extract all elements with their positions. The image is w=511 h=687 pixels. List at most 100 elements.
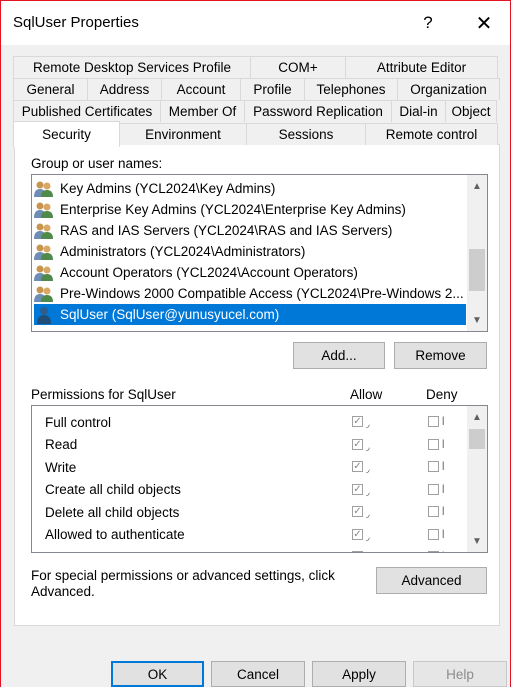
user-list-item[interactable]: RAS and IAS Servers (YCL2024\RAS and IAS… [34,220,466,241]
group-or-user-names-label: Group or user names: [31,156,163,171]
tab-general[interactable]: General [13,78,88,100]
tab-environment[interactable]: Environment [119,123,247,145]
add-button[interactable]: Add... [293,342,385,369]
user-list-item[interactable]: Account Operators (YCL2024\Account Opera… [34,262,466,283]
user-list-item-label: Account Operators (YCL2024\Account Opera… [60,265,358,280]
tab-dial-in[interactable]: Dial-in [391,100,446,122]
tab-remote-desktop-services-profile[interactable]: Remote Desktop Services Profile [13,56,251,78]
scroll-down-arrow-icon[interactable]: ▼ [467,311,487,329]
perm-scroll-thumb[interactable] [469,429,485,449]
inherit-mark-icon: ◞ [366,509,370,519]
tab-row-1: Remote Desktop Services Profile COM+ Att… [13,56,498,78]
group-icon [34,243,54,261]
inherit-mark-icon: | [442,550,444,552]
inherit-mark-icon: ◞ [366,464,370,474]
deny-checkbox[interactable] [428,551,439,552]
deny-checkbox[interactable] [428,528,439,540]
deny-checkbox[interactable] [428,483,439,495]
permission-row: Read [45,434,465,456]
perm-scroll-down-arrow-icon[interactable]: ▼ [467,532,487,550]
properties-dialog: SqlUser Properties ? ✕ Remote Desktop Se… [0,0,511,687]
inherit-mark-icon: | [442,460,445,470]
dialog-footer: OK Cancel Apply Help [1,631,510,687]
user-list-item[interactable]: Key Admins (YCL2024\Key Admins) [34,178,466,199]
user-list-item-label: Enterprise Key Admins (YCL2024\Enterpris… [60,202,406,217]
inherit-mark-icon: ◞ [366,441,370,452]
allow-checkbox[interactable] [352,416,363,427]
tab-account[interactable]: Account [161,78,241,100]
tab-row-2: General Address Account Profile Telephon… [13,78,500,100]
user-list-item-label: SqlUser (SqlUser@yunusyucel.com) [60,307,280,322]
permission-row: Create all child objects [45,479,465,501]
tab-com-plus[interactable]: COM+ [250,56,346,78]
group-icon [34,285,54,303]
inherit-mark-icon: ◞ [366,419,370,429]
apply-button[interactable]: Apply [312,661,406,687]
remove-button[interactable]: Remove [394,342,487,369]
permission-name: Full control [45,414,112,430]
tab-object[interactable]: Object [445,100,497,122]
permission-row: Allowed to authenticate [45,524,465,546]
deny-column-header: Deny [426,387,458,402]
permission-name: Create all child objects [45,482,181,497]
inherit-mark-icon: | [442,437,445,448]
permission-name: Read [45,437,78,452]
deny-checkbox[interactable] [428,438,439,450]
permission-name: Delete all child objects [45,504,180,520]
tab-sessions[interactable]: Sessions [246,123,366,145]
title-bar: SqlUser Properties ? ✕ [1,1,510,45]
help-title-button[interactable]: ? [411,7,445,39]
allow-checkbox[interactable] [352,461,363,472]
help-button[interactable]: Help [413,661,507,687]
tab-password-replication[interactable]: Password Replication [244,100,392,122]
scroll-thumb[interactable] [469,249,485,291]
deny-checkbox[interactable] [428,416,439,427]
tab-address[interactable]: Address [87,78,162,100]
user-list-item[interactable]: Enterprise Key Admins (YCL2024\Enterpris… [34,199,466,220]
user-list-item-label: RAS and IAS Servers (YCL2024\RAS and IAS… [60,223,393,238]
tab-telephones[interactable]: Telephones [304,78,398,100]
tab-attribute-editor[interactable]: Attribute Editor [345,56,498,78]
tab-published-certificates[interactable]: Published Certificates [13,100,161,122]
allow-checkbox[interactable] [352,528,363,540]
permission-row: Full control [45,411,465,433]
tab-remote-control[interactable]: Remote control [365,123,498,145]
deny-checkbox[interactable] [428,461,439,472]
allow-checkbox[interactable] [352,506,363,517]
allow-checkbox[interactable] [352,551,363,552]
inherit-mark-icon: | [442,527,445,538]
permissions-for-label: Permissions for SqlUser [31,387,176,402]
scroll-up-arrow-icon[interactable]: ▲ [467,177,487,195]
tab-row-4: Security Environment Sessions Remote con… [13,121,498,147]
perm-scroll-up-arrow-icon[interactable]: ▲ [467,408,487,426]
allow-column-header: Allow [350,387,383,402]
inherit-mark-icon: | [442,505,445,515]
deny-checkbox[interactable] [428,506,439,517]
allow-checkbox[interactable] [352,483,363,495]
tab-profile[interactable]: Profile [240,78,305,100]
allow-checkbox[interactable] [352,438,363,450]
permissions-scrollbar[interactable]: ▲ ▼ [467,406,487,552]
group-icon [34,180,54,198]
tab-security[interactable]: Security [13,121,120,147]
tab-organization[interactable]: Organization [397,78,500,100]
close-button[interactable]: ✕ [467,7,501,39]
permissions-list: ▲ ▼ Full control ◞ | Read ◞ | Write ◞ | Create al… [31,405,488,553]
inherit-mark-icon: | [442,415,445,425]
tab-member-of[interactable]: Member Of [160,100,245,122]
user-list-item[interactable]: Pre-Windows 2000 Compatible Access (YCL2… [34,283,466,304]
special-permissions-text-line2: Advanced. [31,584,95,599]
user-list-item[interactable]: SqlUser (SqlUser@yunusyucel.com) [34,304,466,325]
advanced-button[interactable]: Advanced [376,567,487,594]
users-scrollbar[interactable]: ▲ ▼ [467,175,487,331]
cancel-button[interactable]: Cancel [211,661,305,687]
permission-row: Delete all child objects [45,501,465,523]
user-list-item-label: Pre-Windows 2000 Compatible Access (YCL2… [60,286,464,301]
window-title: SqlUser Properties [13,14,139,31]
users-listbox[interactable]: ▲ ▼ Key Admins (YCL2024\Key Admins) Enter… [31,174,488,332]
special-permissions-text-line1: For special permissions or advanced sett… [31,568,335,583]
permission-row: Write [45,456,465,478]
user-icon [34,306,54,324]
user-list-item[interactable]: Administrators (YCL2024\Administrators) [34,241,466,262]
ok-button[interactable]: OK [111,661,204,687]
